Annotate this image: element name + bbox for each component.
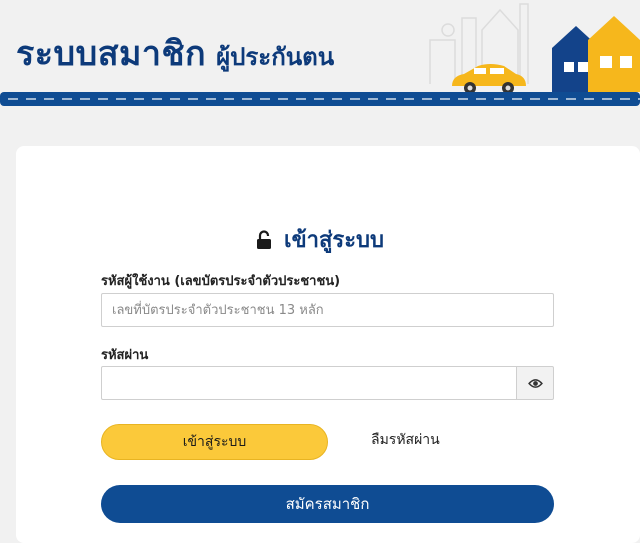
password-input[interactable] [101, 366, 517, 400]
house-yellow [588, 16, 640, 92]
login-button[interactable]: เข้าสู่ระบบ [101, 424, 328, 460]
username-label: รหัสผู้ใช้งาน (เลขบัตรประจำตัวประชาชน) [101, 274, 341, 289]
brand-title: ระบบสมาชิก ผู้ประกันตน [16, 26, 334, 80]
forgot-password-link[interactable]: ลืมรหัสผ่าน [371, 429, 440, 451]
car-illustration [452, 64, 526, 94]
password-label: รหัสผ่าน [101, 348, 149, 363]
toggle-password-visibility-button[interactable] [517, 366, 554, 400]
brand-title-sub: ผู้ประกันตน [216, 43, 335, 71]
username-input[interactable] [101, 293, 554, 327]
login-heading: เข้าสู่ระบบ [0, 222, 640, 257]
eye-icon [527, 378, 543, 388]
login-title: เข้าสู่ระบบ [284, 228, 384, 253]
site-header: ระบบสมาชิก ผู้ประกันตน [0, 0, 640, 110]
brand-title-main: ระบบสมาชิก [16, 34, 207, 74]
register-button[interactable]: สมัครสมาชิก [101, 485, 554, 523]
unlock-icon [257, 229, 272, 249]
